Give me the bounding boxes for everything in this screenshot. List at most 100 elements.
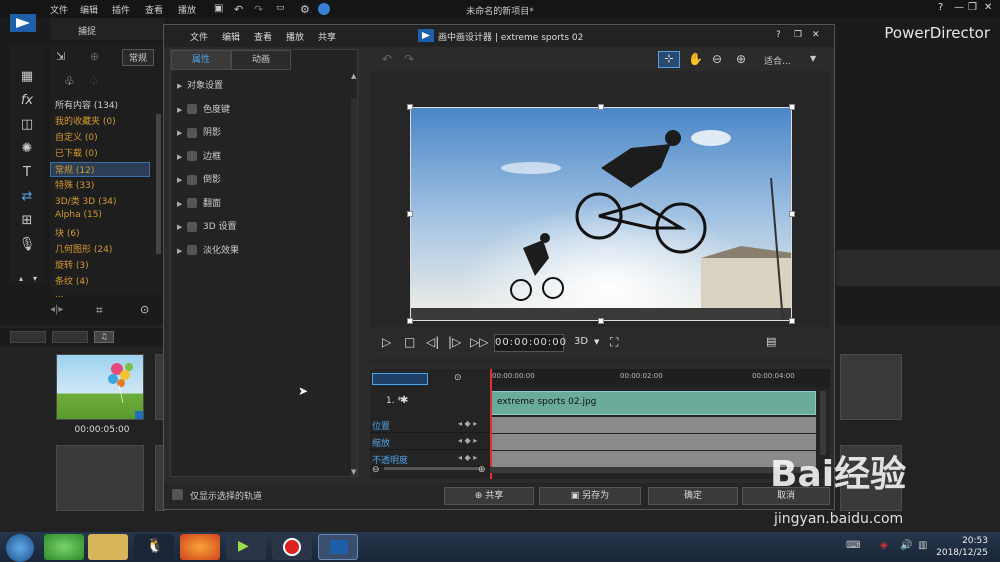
timeline-mode-toggle[interactable] [372,373,428,385]
taskbar-video-app[interactable]: ▶ [226,534,266,560]
playhead[interactable] [490,369,492,479]
expand-arrow-icon[interactable]: ▶ [177,129,187,137]
resize-handle-tr[interactable] [789,104,795,110]
dlg-close-button[interactable]: ✕ [812,30,820,40]
import-icon[interactable]: ⇲ [56,50,65,63]
category-scrollbar[interactable] [156,114,161,254]
timeline-zoom-icon[interactable]: ⊙ [454,373,462,383]
stop-icon[interactable]: □ [404,335,415,349]
save-as-button[interactable]: ▣ 另存为 [539,487,641,505]
resize-handle-top[interactable] [598,104,604,110]
resize-handle-br[interactable] [789,318,795,324]
resize-handle-right[interactable] [789,211,795,217]
add-favorite-icon[interactable]: ♧ [64,74,75,88]
timecode-display[interactable]: 00:00:00:00 [494,334,566,352]
category-item[interactable]: 常规 (12) [50,162,150,177]
category-item[interactable]: 我的收藏夹 (0) [55,114,116,127]
transition-room-icon[interactable]: ⇄ [18,188,36,206]
taskbar-app-browser[interactable] [44,534,84,560]
keyframe-nav-icon[interactable]: ◂ ◆ ▸ [458,453,477,462]
property-checkbox[interactable] [187,198,197,208]
dropdown-circle-icon[interactable]: ⊙ [140,303,149,316]
zoom-fit-select[interactable]: 适合... [764,54,791,67]
dlg-menu-playback[interactable]: 播放 [286,30,304,43]
mode-3d-select[interactable]: 3D [574,336,588,347]
property-checkbox[interactable] [187,221,197,232]
property-row[interactable]: ▶ 色度键 [177,102,230,118]
storyboard-tab[interactable] [10,331,46,343]
keyframe-nav-icon[interactable]: ◂ ◆ ▸ [458,419,477,428]
prev-frame-icon[interactable]: ◁| [426,335,439,349]
particle-room-icon[interactable]: ✺ [18,140,36,158]
category-item[interactable]: 特殊 (33) [55,178,94,191]
category-item[interactable]: 条纹 (4) [55,274,89,287]
fx-room-icon[interactable]: fx [18,92,36,110]
expand-down-icon[interactable]: ▾ [26,270,44,288]
property-row[interactable]: ▶ 倒影 [177,172,221,188]
view-selector[interactable]: 常规 [122,49,155,66]
keyframe-nav-icon[interactable]: ◂ ◆ ▸ [458,436,477,445]
property-row[interactable]: ▶ 淡化效果 [177,243,239,259]
timeline-tab[interactable] [52,331,88,343]
property-checkbox[interactable] [187,245,197,255]
pv-redo-icon[interactable]: ↷ [404,52,414,66]
only-selected-checkbox[interactable] [172,489,183,500]
expand-arrow-icon[interactable]: ▶ [177,176,187,184]
scroll-down-icon[interactable]: ▼ [351,468,356,476]
resize-handle-left[interactable] [407,211,413,217]
zoom-out-icon[interactable]: ⊖ [712,52,722,66]
resize-handle-bottom[interactable] [598,318,604,324]
tab-properties[interactable]: 属性 [171,50,231,70]
hand-tool-icon[interactable]: ✋ [688,52,703,66]
category-item[interactable]: 3D/类 3D (34) [55,194,117,207]
dlg-menu-edit[interactable]: 编辑 [222,30,240,43]
tab-capture[interactable]: 捕捉 [78,24,96,37]
close-button[interactable]: ✕ [984,2,992,13]
keyframe-track[interactable] [490,417,816,433]
category-item[interactable]: 几何图形 (24) [55,242,112,255]
zoom-plus-icon[interactable]: ⊕ [478,465,486,475]
share-button[interactable]: ⊕ 共享 [444,487,534,505]
keyframe-row[interactable]: 不透明度 ◂ ◆ ▸ [370,451,816,467]
category-item[interactable]: 自定义 (0) [55,130,98,143]
fast-forward-icon[interactable]: ▷▷ [470,335,488,349]
expand-arrow-icon[interactable]: ▶ [177,200,187,208]
select-tool-icon[interactable]: ⊹ [658,51,680,68]
category-item[interactable]: 已下载 (0) [55,146,98,159]
title-room-icon[interactable]: T [18,164,36,182]
right-thumbnail[interactable] [840,354,902,420]
voiceover-mic-icon[interactable]: 🎙 [18,236,36,254]
play-icon[interactable]: ▷ [382,335,391,349]
tab-animation[interactable]: 动画 [231,50,291,70]
category-item[interactable]: 块 (6) [55,226,80,239]
property-checkbox[interactable] [187,127,197,138]
restore-button[interactable]: ❐ [968,2,977,13]
crop-icon[interactable]: ⌗ [96,303,103,318]
pv-undo-icon[interactable]: ↶ [382,52,392,66]
empty-thumbnail[interactable] [56,445,144,511]
next-frame-icon[interactable]: |▷ [448,335,461,349]
taskbar-firefox[interactable] [180,534,220,560]
clip-thumbnail[interactable] [56,354,144,420]
dlg-menu-file[interactable]: 文件 [190,30,208,43]
taskbar-file-explorer[interactable] [88,534,128,560]
property-row[interactable]: ▶ 对象设置 [177,78,223,94]
zoom-in-icon[interactable]: ⊕ [736,52,746,66]
properties-scrollbar[interactable] [351,98,357,478]
property-row[interactable]: ▶ 翻面 [177,196,221,212]
keyframe-row[interactable]: 位置 ◂ ◆ ▸ [370,417,816,433]
help-button[interactable]: ? [938,2,943,13]
property-checkbox[interactable] [187,151,197,161]
zoom-dropdown-icon[interactable]: ▼ [810,54,816,63]
category-item[interactable]: ... [55,290,64,300]
remove-favorite-icon[interactable]: ♤ [88,74,99,88]
keyframe-row[interactable]: 缩放 ◂ ◆ ▸ [370,434,816,450]
property-row[interactable]: ▶ 边框 [177,149,221,165]
split-icon[interactable]: ◂|▸ [50,304,63,315]
dlg-menu-view[interactable]: 查看 [254,30,272,43]
expand-arrow-icon[interactable]: ▶ [177,223,187,231]
expand-arrow-icon[interactable]: ▶ [177,82,187,90]
audio-mixing-icon[interactable]: ⊞ [18,212,36,230]
dlg-menu-share[interactable]: 共享 [318,30,336,43]
timeline-ruler[interactable]: 00:00:00:00 00:00:02:00 00:00:04:00 [490,369,830,387]
